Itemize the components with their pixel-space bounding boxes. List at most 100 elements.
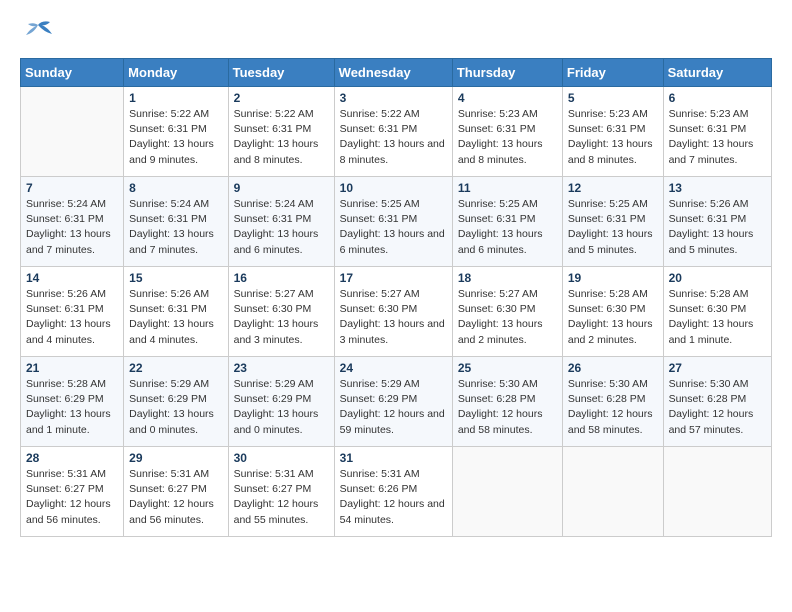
day-info: Sunrise: 5:26 AMSunset: 6:31 PMDaylight:…: [129, 287, 222, 348]
day-info: Sunrise: 5:24 AMSunset: 6:31 PMDaylight:…: [234, 197, 329, 258]
day-info: Sunrise: 5:26 AMSunset: 6:31 PMDaylight:…: [26, 287, 118, 348]
calendar-cell: 29Sunrise: 5:31 AMSunset: 6:27 PMDayligh…: [124, 447, 228, 537]
calendar-cell: [21, 87, 124, 177]
day-number: 25: [458, 361, 557, 375]
calendar-cell: [452, 447, 562, 537]
calendar-cell: 13 Sunrise: 5:26 AMSunset: 6:31 PMDayligh…: [663, 177, 771, 267]
day-number: 5: [568, 91, 658, 105]
day-info: Sunrise: 5:28 AMSunset: 6:30 PMDaylight:…: [669, 287, 766, 348]
day-header-thursday: Thursday: [452, 59, 562, 87]
calendar-cell: 11 Sunrise: 5:25 AMSunset: 6:31 PMDayligh…: [452, 177, 562, 267]
day-info: Sunrise: 5:28 AMSunset: 6:30 PMDaylight:…: [568, 287, 658, 348]
day-header-tuesday: Tuesday: [228, 59, 334, 87]
day-info: Sunrise: 5:30 AMSunset: 6:28 PMDaylight:…: [458, 377, 557, 438]
day-info: Sunrise: 5:22 AMSunset: 6:31 PMDaylight:…: [340, 107, 447, 168]
day-info: Sunrise: 5:30 AMSunset: 6:28 PMDaylight:…: [669, 377, 766, 438]
day-info: Sunrise: 5:31 AMSunset: 6:26 PMDaylight:…: [340, 467, 447, 528]
calendar-cell: 18 Sunrise: 5:27 AMSunset: 6:30 PMDayligh…: [452, 267, 562, 357]
day-info: Sunrise: 5:27 AMSunset: 6:30 PMDaylight:…: [458, 287, 557, 348]
calendar-cell: 30 Sunrise: 5:31 AMSunset: 6:27 PMDayligh…: [228, 447, 334, 537]
week-row-4: 21 Sunrise: 5:28 AMSunset: 6:29 PMDayligh…: [21, 357, 772, 447]
calendar-cell: 26 Sunrise: 5:30 AMSunset: 6:28 PMDayligh…: [562, 357, 663, 447]
day-header-monday: Monday: [124, 59, 228, 87]
calendar-cell: 8Sunrise: 5:24 AMSunset: 6:31 PMDaylight…: [124, 177, 228, 267]
day-number: 30: [234, 451, 329, 465]
calendar-cell: 24 Sunrise: 5:29 AMSunset: 6:29 PMDayligh…: [334, 357, 452, 447]
logo-bird-icon: [20, 20, 56, 50]
day-header-saturday: Saturday: [663, 59, 771, 87]
day-info: Sunrise: 5:23 AMSunset: 6:31 PMDaylight:…: [669, 107, 766, 168]
day-info: Sunrise: 5:27 AMSunset: 6:30 PMDaylight:…: [234, 287, 329, 348]
day-info: Sunrise: 5:28 AMSunset: 6:29 PMDaylight:…: [26, 377, 118, 438]
calendar-body: 1 Sunrise: 5:22 AMSunset: 6:31 PMDaylight…: [21, 87, 772, 537]
day-number: 28: [26, 451, 118, 465]
day-info: Sunrise: 5:29 AMSunset: 6:29 PMDaylight:…: [340, 377, 447, 438]
calendar-cell: 17Sunrise: 5:27 AMSunset: 6:30 PMDayligh…: [334, 267, 452, 357]
day-number: 13: [669, 181, 766, 195]
calendar-cell: 25 Sunrise: 5:30 AMSunset: 6:28 PMDayligh…: [452, 357, 562, 447]
day-info: Sunrise: 5:29 AMSunset: 6:29 PMDaylight:…: [234, 377, 329, 438]
day-header-sunday: Sunday: [21, 59, 124, 87]
day-number: 20: [669, 271, 766, 285]
day-number: 26: [568, 361, 658, 375]
calendar-cell: 3 Sunrise: 5:22 AMSunset: 6:31 PMDaylight…: [334, 87, 452, 177]
day-number: 6: [669, 91, 766, 105]
calendar-cell: 19 Sunrise: 5:28 AMSunset: 6:30 PMDayligh…: [562, 267, 663, 357]
day-number: 4: [458, 91, 557, 105]
page-header: [20, 20, 772, 50]
day-info: Sunrise: 5:22 AMSunset: 6:31 PMDaylight:…: [129, 107, 222, 168]
calendar-cell: 15 Sunrise: 5:26 AMSunset: 6:31 PMDayligh…: [124, 267, 228, 357]
calendar-cell: 7Sunrise: 5:24 AMSunset: 6:31 PMDaylight…: [21, 177, 124, 267]
day-number: 27: [669, 361, 766, 375]
day-number: 2: [234, 91, 329, 105]
day-info: Sunrise: 5:24 AMSunset: 6:31 PMDaylight:…: [26, 197, 118, 258]
calendar-cell: 12Sunrise: 5:25 AMSunset: 6:31 PMDayligh…: [562, 177, 663, 267]
week-row-3: 14Sunrise: 5:26 AMSunset: 6:31 PMDayligh…: [21, 267, 772, 357]
calendar-cell: 28 Sunrise: 5:31 AMSunset: 6:27 PMDayligh…: [21, 447, 124, 537]
day-number: 23: [234, 361, 329, 375]
day-info: Sunrise: 5:23 AMSunset: 6:31 PMDaylight:…: [568, 107, 658, 168]
day-info: Sunrise: 5:31 AMSunset: 6:27 PMDaylight:…: [26, 467, 118, 528]
day-number: 1: [129, 91, 222, 105]
day-number: 10: [340, 181, 447, 195]
calendar-header: SundayMondayTuesdayWednesdayThursdayFrid…: [21, 59, 772, 87]
day-header-friday: Friday: [562, 59, 663, 87]
day-info: Sunrise: 5:27 AMSunset: 6:30 PMDaylight:…: [340, 287, 447, 348]
day-info: Sunrise: 5:31 AMSunset: 6:27 PMDaylight:…: [129, 467, 222, 528]
calendar-cell: 22 Sunrise: 5:29 AMSunset: 6:29 PMDayligh…: [124, 357, 228, 447]
calendar-cell: 20 Sunrise: 5:28 AMSunset: 6:30 PMDayligh…: [663, 267, 771, 357]
day-info: Sunrise: 5:22 AMSunset: 6:31 PMDaylight:…: [234, 107, 329, 168]
day-number: 19: [568, 271, 658, 285]
calendar-cell: 23 Sunrise: 5:29 AMSunset: 6:29 PMDayligh…: [228, 357, 334, 447]
day-number: 21: [26, 361, 118, 375]
day-info: Sunrise: 5:30 AMSunset: 6:28 PMDaylight:…: [568, 377, 658, 438]
day-info: Sunrise: 5:29 AMSunset: 6:29 PMDaylight:…: [129, 377, 222, 438]
calendar-cell: 27 Sunrise: 5:30 AMSunset: 6:28 PMDayligh…: [663, 357, 771, 447]
day-info: Sunrise: 5:26 AMSunset: 6:31 PMDaylight:…: [669, 197, 766, 258]
calendar-cell: 16 Sunrise: 5:27 AMSunset: 6:30 PMDayligh…: [228, 267, 334, 357]
calendar-cell: 14Sunrise: 5:26 AMSunset: 6:31 PMDayligh…: [21, 267, 124, 357]
week-row-2: 7Sunrise: 5:24 AMSunset: 6:31 PMDaylight…: [21, 177, 772, 267]
day-info: Sunrise: 5:25 AMSunset: 6:31 PMDaylight:…: [458, 197, 557, 258]
calendar-cell: 10Sunrise: 5:25 AMSunset: 6:31 PMDayligh…: [334, 177, 452, 267]
calendar-table: SundayMondayTuesdayWednesdayThursdayFrid…: [20, 58, 772, 537]
calendar-cell: 5 Sunrise: 5:23 AMSunset: 6:31 PMDaylight…: [562, 87, 663, 177]
calendar-cell: 2 Sunrise: 5:22 AMSunset: 6:31 PMDaylight…: [228, 87, 334, 177]
day-number: 11: [458, 181, 557, 195]
calendar-cell: 4Sunrise: 5:23 AMSunset: 6:31 PMDaylight…: [452, 87, 562, 177]
calendar-cell: 6 Sunrise: 5:23 AMSunset: 6:31 PMDaylight…: [663, 87, 771, 177]
week-row-1: 1 Sunrise: 5:22 AMSunset: 6:31 PMDaylight…: [21, 87, 772, 177]
day-number: 9: [234, 181, 329, 195]
day-number: 18: [458, 271, 557, 285]
day-header-wednesday: Wednesday: [334, 59, 452, 87]
day-number: 15: [129, 271, 222, 285]
day-info: Sunrise: 5:31 AMSunset: 6:27 PMDaylight:…: [234, 467, 329, 528]
days-of-week-row: SundayMondayTuesdayWednesdayThursdayFrid…: [21, 59, 772, 87]
day-number: 3: [340, 91, 447, 105]
day-number: 24: [340, 361, 447, 375]
day-number: 16: [234, 271, 329, 285]
day-number: 22: [129, 361, 222, 375]
day-number: 31: [340, 451, 447, 465]
calendar-cell: 9 Sunrise: 5:24 AMSunset: 6:31 PMDaylight…: [228, 177, 334, 267]
day-number: 8: [129, 181, 222, 195]
